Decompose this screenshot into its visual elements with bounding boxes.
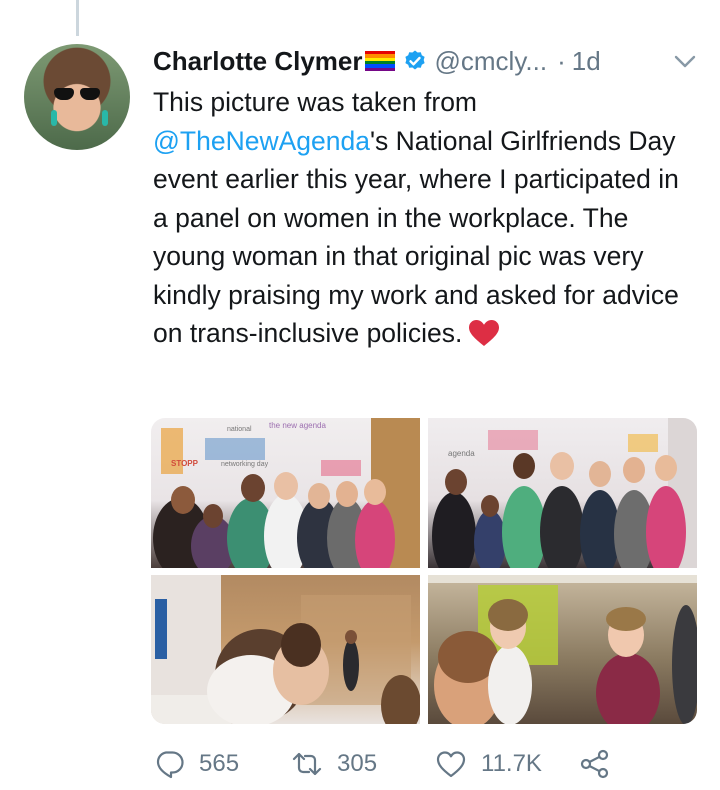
photo-3[interactable] [151, 575, 420, 724]
author-name[interactable]: Charlotte Clymer [153, 46, 363, 77]
tweet-header: Charlotte Clymer @cmcly... · 1d [153, 44, 713, 78]
red-heart-emoji-icon [469, 320, 500, 346]
photo-2[interactable]: agenda [428, 418, 697, 568]
backdrop-text: STOPP [171, 459, 199, 468]
verified-badge-icon [404, 50, 425, 70]
like-button[interactable]: 11.7K [435, 742, 542, 786]
heart-outline-icon [436, 751, 466, 778]
author-handle[interactable]: @cmcly... [435, 46, 548, 77]
retweet-icon [292, 752, 322, 776]
photo-1[interactable]: national the new agenda networking day S… [151, 418, 420, 568]
like-count: 11.7K [481, 750, 542, 777]
backdrop-text: national [227, 426, 252, 433]
tweet-text: This picture was taken from @TheNewAgend… [153, 83, 698, 353]
tweet-actions: 565 305 11.7K [153, 742, 633, 786]
mention-link[interactable]: @TheNewAgenda [153, 126, 370, 156]
chevron-down-icon[interactable] [672, 50, 698, 72]
retweet-count: 305 [337, 750, 378, 777]
reply-button[interactable]: 565 [153, 742, 239, 786]
reply-icon [156, 751, 184, 779]
tweet-text-part: This picture was taken from [153, 87, 478, 117]
earring-graphic [102, 110, 108, 126]
backdrop-text: the new agenda [269, 421, 326, 430]
tweet-text-part: 's National Girlfriends Day event earlie… [153, 125, 679, 349]
share-icon [580, 749, 609, 779]
photo-4[interactable] [428, 575, 697, 724]
reply-count: 565 [199, 750, 240, 777]
share-button[interactable] [579, 742, 611, 786]
backdrop-text: networking day [221, 461, 269, 468]
thread-line [76, 0, 79, 36]
retweet-button[interactable]: 305 [291, 742, 377, 786]
media-grid: national the new agenda networking day S… [151, 418, 697, 724]
tweet-timestamp[interactable]: 1d [572, 46, 601, 77]
sunglasses-graphic [54, 88, 100, 100]
earring-graphic [51, 110, 57, 126]
author-avatar[interactable] [24, 44, 130, 150]
backdrop-text: agenda [448, 449, 475, 458]
rainbow-flag-icon [364, 51, 395, 71]
separator-dot: · [557, 45, 566, 76]
